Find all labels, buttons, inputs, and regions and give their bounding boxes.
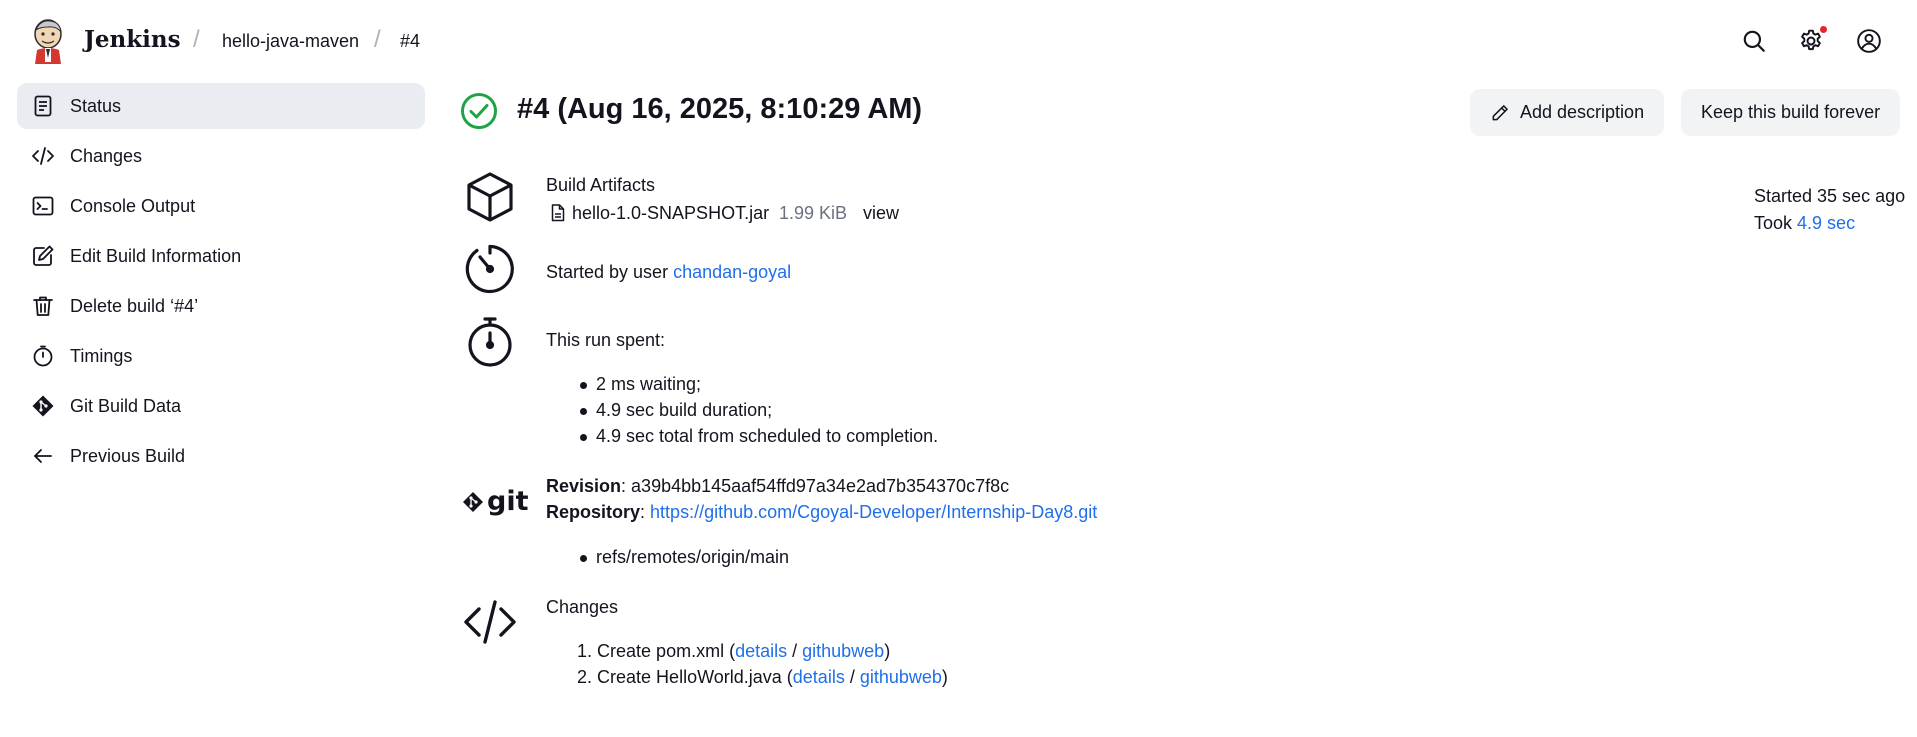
file-icon <box>551 204 565 222</box>
repository-link[interactable]: https://github.com/Cgoyal-Developer/Inte… <box>650 502 1097 522</box>
breadcrumb-job[interactable]: hello-java-maven <box>222 31 359 52</box>
change-details-link[interactable]: details <box>793 667 845 687</box>
timing-item: 4.9 sec total from scheduled to completi… <box>596 426 939 446</box>
timing-item: 2 ms waiting; <box>596 374 702 394</box>
stopwatch-icon <box>30 343 56 369</box>
bullet-dot <box>580 382 587 389</box>
sidebar: Status Changes Console Output Edit Build… <box>17 83 425 483</box>
git-ref-item: refs/remotes/origin/main <box>596 547 790 567</box>
sidebar-item-delete-build[interactable]: Delete build ‘#4’ <box>17 283 425 329</box>
edit-icon <box>30 243 56 269</box>
sidebar-item-label: Previous Build <box>70 445 186 466</box>
sidebar-item-previous-build[interactable]: Previous Build <box>17 433 425 479</box>
sidebar-item-label: Delete build ‘#4’ <box>70 295 199 316</box>
sidebar-item-status[interactable]: Status <box>17 83 425 129</box>
build-artifacts-link[interactable]: Build Artifacts <box>546 175 655 196</box>
change-text: Create pom.xml <box>597 641 725 661</box>
add-description-label: Add description <box>1520 102 1645 122</box>
package-box-icon <box>463 170 517 224</box>
sidebar-item-timings[interactable]: Timings <box>17 333 425 379</box>
success-check-icon <box>460 92 498 130</box>
breadcrumb-separator: / <box>193 26 200 53</box>
add-description-button[interactable]: Add description <box>1470 89 1665 136</box>
search-icon[interactable] <box>1741 28 1767 54</box>
code-icon <box>463 595 517 649</box>
change-details-link[interactable]: details <box>735 641 787 661</box>
bullet-dot <box>580 555 587 562</box>
change-githubweb-link[interactable]: githubweb <box>860 667 942 687</box>
keep-forever-button[interactable]: Keep this build forever <box>1681 89 1901 136</box>
pencil-icon <box>1492 104 1508 120</box>
timer-gauge-icon <box>463 242 517 296</box>
git-icon <box>30 393 56 419</box>
repository-line: Repository: https://github.com/Cgoyal-De… <box>546 502 1098 522</box>
stopwatch-icon <box>463 315 517 369</box>
change-item: 2. Create HelloWorld.java (details / git… <box>577 667 948 687</box>
brand-name[interactable]: Jenkins <box>84 26 181 53</box>
code-icon <box>30 143 56 169</box>
sidebar-item-label: Timings <box>70 345 133 366</box>
sidebar-item-label: Git Build Data <box>70 395 182 416</box>
artifact-file-size: 1.99 KiB <box>779 203 848 223</box>
terminal-icon <box>30 193 56 219</box>
sidebar-item-label: Console Output <box>70 195 196 216</box>
change-number: 1. <box>577 641 593 661</box>
revision-label: Revision <box>546 476 622 496</box>
started-ago-text: Started 35 sec ago <box>1754 186 1906 206</box>
run-spent-heading: This run spent: <box>546 330 666 350</box>
user-link[interactable]: chandan-goyal <box>673 262 791 282</box>
settings-gear-icon[interactable] <box>1798 26 1827 54</box>
breadcrumb-build[interactable]: #4 <box>400 31 420 52</box>
change-githubweb-link[interactable]: githubweb <box>802 641 884 661</box>
sidebar-item-label: Status <box>70 95 122 116</box>
repository-label: Repository <box>546 502 641 522</box>
started-by-prefix: Started by user <box>546 262 674 282</box>
duration-text: Took 4.9 sec <box>1754 213 1855 234</box>
artifact-file-link[interactable]: hello-1.0-SNAPSHOT.jar <box>572 203 769 224</box>
user-account-icon[interactable] <box>1856 28 1882 54</box>
revision-line: Revision: a39b4bb145aaf54ffd97a34e2ad7b3… <box>546 476 1010 496</box>
started-by-text: Started by user chandan-goyal <box>546 262 791 283</box>
sidebar-item-changes[interactable]: Changes <box>17 133 425 179</box>
keep-forever-label: Keep this build forever <box>1701 102 1881 122</box>
bullet-dot <box>580 408 587 415</box>
revision-value: a39b4bb145aaf54ffd97a34e2ad7b354370c7f8c <box>631 476 1010 496</box>
arrow-left-icon <box>30 443 56 469</box>
artifact-view-link[interactable]: view <box>863 203 899 224</box>
jenkins-logo-icon[interactable] <box>30 18 66 64</box>
notification-dot <box>1820 26 1827 33</box>
bullet-dot <box>580 434 587 441</box>
took-prefix: Took <box>1754 213 1798 233</box>
sidebar-item-label: Edit Build Information <box>70 245 242 266</box>
duration-link[interactable]: 4.9 sec <box>1797 213 1855 233</box>
page-title: #4 (Aug 16, 2025, 8:10:29 AM) <box>517 93 923 125</box>
sidebar-item-git-build-data[interactable]: Git Build Data <box>17 383 425 429</box>
changes-heading: Changes <box>546 597 619 617</box>
sidebar-item-console-output[interactable]: Console Output <box>17 183 425 229</box>
sidebar-item-edit-build-information[interactable]: Edit Build Information <box>17 233 425 279</box>
timing-item: 4.9 sec build duration; <box>596 400 773 420</box>
trash-icon <box>30 293 56 319</box>
breadcrumb-separator: / <box>374 26 381 53</box>
change-item: 1. Create pom.xml (details / githubweb) <box>577 641 891 661</box>
change-text: Create HelloWorld.java <box>597 667 782 687</box>
sidebar-item-label: Changes <box>70 145 143 166</box>
document-icon <box>30 93 56 119</box>
git-logo-text: git <box>487 486 529 517</box>
change-number: 2. <box>577 667 593 687</box>
top-header: Jenkins / hello-java-maven / #4 <box>0 0 1917 78</box>
